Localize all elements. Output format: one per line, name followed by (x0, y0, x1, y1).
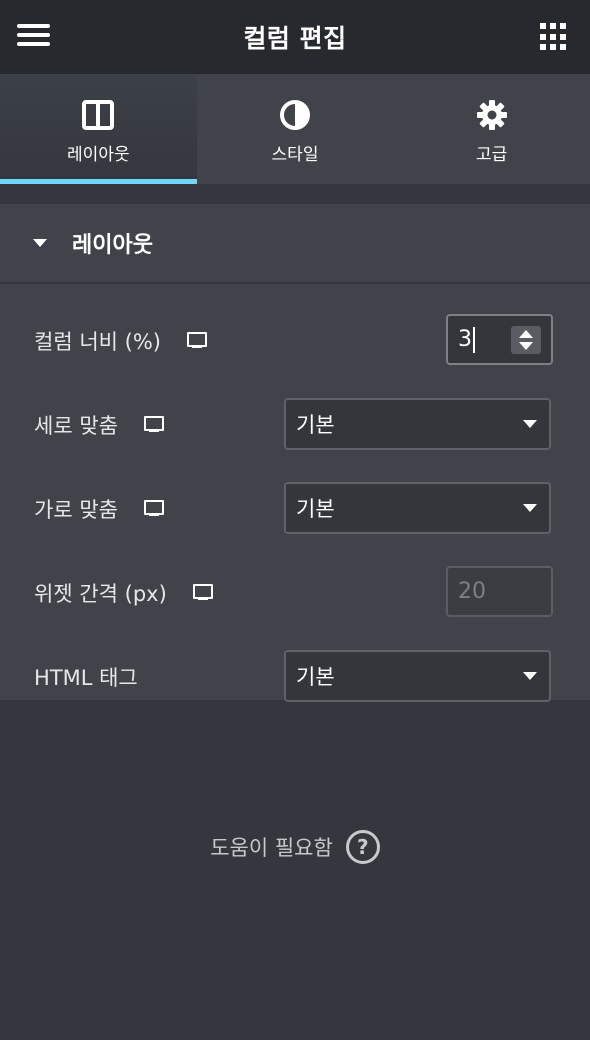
horizontal-align-value: 기본 (296, 497, 335, 521)
horizontal-align-label-wrap: 가로 맞춤 (34, 494, 164, 524)
gear-icon (476, 98, 508, 132)
html-tag-row: HTML 태그 기본 (0, 650, 590, 734)
tab-advanced[interactable]: 고급 (393, 74, 590, 184)
spin-up-icon[interactable] (519, 330, 533, 338)
question-circle-icon: ? (345, 830, 380, 864)
html-tag-select[interactable]: 기본 (284, 650, 551, 702)
horizontal-align-select[interactable]: 기본 (284, 482, 551, 534)
widget-gap-placeholder: 20 (458, 579, 486, 604)
caret-down-icon (33, 239, 47, 247)
column-width-row: 컬럼 너비 (%) 3 (0, 314, 590, 398)
tab-label: 고급 (476, 145, 508, 165)
layout-settings-panel: 컬럼 너비 (%) 3 세로 맞춤 기본 가로 맞춤 기본 위젯 간격 (px)… (0, 284, 590, 702)
number-spinner[interactable] (511, 326, 541, 354)
tab-style[interactable]: 스타일 (197, 74, 394, 184)
column-width-input[interactable]: 3 (446, 314, 553, 365)
text-cursor (473, 326, 475, 353)
html-tag-label-wrap: HTML 태그 (34, 662, 138, 692)
vertical-align-label-wrap: 세로 맞춤 (34, 410, 164, 440)
desktop-icon[interactable] (192, 584, 213, 602)
spacer (0, 184, 590, 204)
page-title: 컬럼 편집 (243, 24, 347, 53)
section-header-layout[interactable]: 레이아웃 (0, 204, 590, 284)
html-tag-label: HTML 태그 (34, 666, 138, 690)
tab-label: 레이아웃 (67, 145, 130, 165)
column-width-label-wrap: 컬럼 너비 (%) (34, 326, 207, 356)
desktop-icon[interactable] (143, 500, 164, 518)
widget-gap-label: 위젯 간격 (px) (34, 582, 167, 606)
horizontal-align-row: 가로 맞춤 기본 (0, 482, 590, 566)
apps-grid-icon[interactable] (540, 23, 568, 51)
column-width-value: 3 (458, 327, 472, 352)
widget-gap-label-wrap: 위젯 간격 (px) (34, 578, 213, 608)
vertical-align-label: 세로 맞춤 (34, 414, 118, 438)
dropdown-arrow-icon (523, 672, 537, 680)
column-width-label: 컬럼 너비 (%) (34, 330, 161, 354)
tab-layout[interactable]: 레이아웃 (0, 74, 197, 184)
dropdown-arrow-icon (523, 420, 537, 428)
half-circle-contrast-icon (279, 98, 311, 132)
tab-bar: 레이아웃 스타일 고급 (0, 74, 590, 184)
hamburger-icon[interactable] (17, 24, 51, 50)
widget-gap-input[interactable]: 20 (446, 566, 553, 617)
html-tag-value: 기본 (296, 665, 335, 689)
horizontal-align-label: 가로 맞춤 (34, 498, 118, 522)
spin-down-icon[interactable] (519, 342, 533, 350)
top-bar: 컬럼 편집 (0, 0, 590, 74)
section-title: 레이아웃 (72, 233, 153, 258)
active-tab-indicator (0, 179, 197, 184)
vertical-align-row: 세로 맞춤 기본 (0, 398, 590, 482)
tab-label: 스타일 (271, 145, 319, 165)
dropdown-arrow-icon (523, 504, 537, 512)
help-link[interactable]: 도움이 필요함 ? (0, 830, 590, 864)
desktop-icon[interactable] (186, 332, 207, 350)
vertical-align-select[interactable]: 기본 (284, 398, 551, 450)
columns-layout-icon (82, 98, 115, 132)
desktop-icon[interactable] (143, 416, 164, 434)
vertical-align-value: 기본 (296, 413, 335, 437)
help-text: 도움이 필요함 (210, 836, 333, 860)
widget-gap-row: 위젯 간격 (px) 20 (0, 566, 590, 650)
